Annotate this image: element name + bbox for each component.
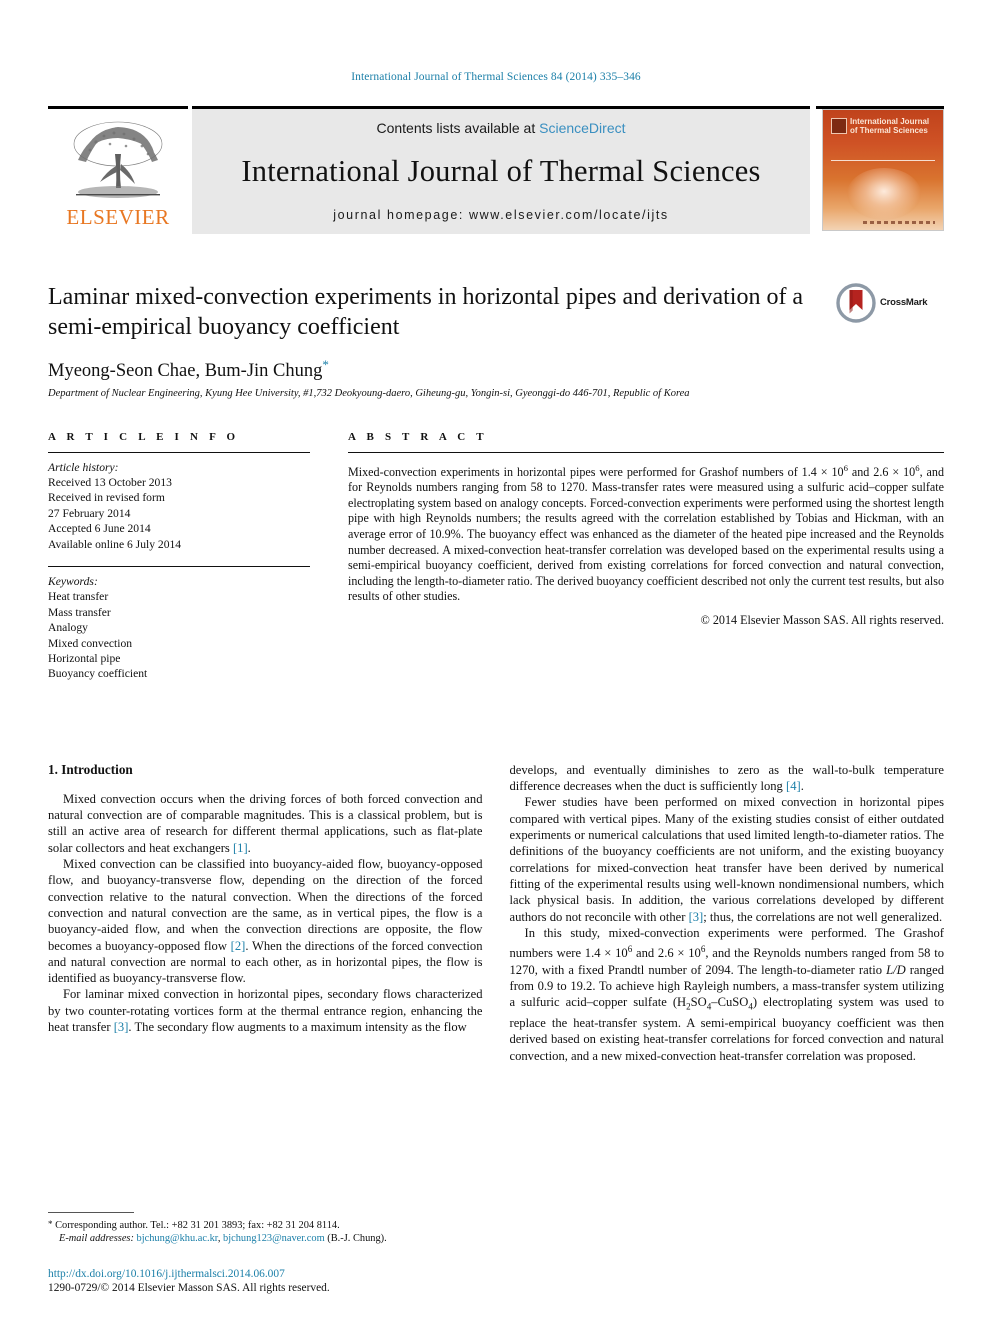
paragraph-text-tail: . — [800, 779, 804, 794]
cover-title-text: International Journal of Thermal Science… — [850, 116, 930, 136]
paragraph-text: develops, and eventually diminishes to z… — [509, 762, 945, 794]
email-suffix: (B.-J. Chung). — [324, 1232, 387, 1244]
paragraph-text-tail: ; thus, the correlations are not well ge… — [703, 909, 943, 924]
affiliation: Department of Nuclear Engineering, Kyung… — [48, 388, 690, 399]
email-link-1[interactable]: bjchung@khu.ac.kr — [137, 1233, 218, 1244]
journal-article-page: International Journal of Thermal Science… — [0, 0, 992, 1323]
elsevier-tree-icon — [73, 121, 163, 198]
article-info-column: A R T I C L E I N F O Article history: R… — [48, 431, 310, 682]
history-item: Available online 6 July 2014 — [48, 537, 182, 551]
footnote-email-line: E-mail addresses: bjchung@khu.ac.kr, bjc… — [48, 1232, 486, 1245]
paragraph: In this study, mixed-convection experime… — [510, 925, 945, 1064]
contents-prefix: Contents lists available at — [376, 119, 540, 136]
doi-link[interactable]: http://dx.doi.org/10.1016/j.ijthermalsci… — [48, 1267, 648, 1281]
history-item: Received 13 October 2013 — [48, 476, 172, 489]
cover-logo-square — [831, 117, 847, 134]
abstract-text: Mixed-convection experiments in horizont… — [348, 453, 944, 605]
journal-cover-thumbnail: International Journal of Thermal Science… — [822, 108, 944, 231]
abstract-copyright: © 2014 Elsevier Masson SAS. All rights r… — [700, 612, 944, 627]
keyword-item: Mixed convection — [48, 636, 133, 650]
section-heading-introduction: 1. Introduction — [48, 761, 133, 777]
keyword-item: Mass transfer — [48, 605, 111, 619]
history-item: 27 February 2014 — [48, 506, 131, 520]
corresponding-author-footnote: * Corresponding author. Tel.: +82 31 201… — [48, 1211, 486, 1245]
journal-cover-block: International Journal of Thermal Science… — [816, 105, 944, 234]
citation-ref[interactable]: [3] — [689, 910, 704, 924]
paragraph: Fewer studies have been performed on mix… — [510, 794, 945, 924]
citation-ref[interactable]: [4] — [786, 779, 801, 793]
issn-copyright: 1290-0729/© 2014 Elsevier Masson SAS. Al… — [48, 1282, 330, 1294]
contents-available-line: Contents lists available at ScienceDirec… — [376, 120, 625, 136]
keywords-label: Keywords: — [48, 575, 98, 589]
crossmark-badge[interactable]: CrossMark — [836, 282, 944, 324]
crossmark-icon — [836, 282, 876, 323]
paragraph-text: and 2.6 × 10 — [632, 946, 701, 961]
column-gap — [310, 431, 348, 682]
footnote-rule — [48, 1211, 134, 1213]
email-label: E-mail addresses: — [59, 1232, 134, 1244]
paragraph-text: SO — [690, 995, 707, 1010]
cover-divider — [831, 159, 935, 161]
article-info-heading: A R T I C L E I N F O — [48, 430, 240, 443]
running-head: International Journal of Thermal Science… — [351, 71, 641, 83]
author-names: Myeong-Seon Chae, Bum-Jin Chung — [48, 360, 323, 381]
info-abstract-row: A R T I C L E I N F O Article history: R… — [48, 431, 944, 682]
journal-masthead: ELSEVIER Contents lists available at Sci… — [48, 105, 944, 234]
body-column-left: 1. Introduction Mixed convection occurs … — [48, 762, 483, 1064]
journal-title: International Journal of Thermal Science… — [241, 154, 761, 189]
keyword-item: Heat transfer — [48, 590, 109, 604]
sciencedirect-link[interactable]: ScienceDirect — [539, 120, 625, 136]
paragraph-text: –CuSO — [711, 995, 749, 1010]
keyword-item: Horizontal pipe — [48, 652, 121, 666]
author-list: Myeong-Seon Chae, Bum-Jin Chung* — [48, 356, 944, 382]
abstract-column: A B S T R A C T Mixed-convection experim… — [348, 431, 944, 682]
keywords-block: Keywords: Heat transfer Mass transfer An… — [48, 567, 310, 682]
keyword-item: Analogy — [48, 621, 88, 635]
footnote-contact-text: Corresponding author. Tel.: +82 31 201 3… — [52, 1219, 340, 1231]
paragraph-continued: develops, and eventually diminishes to z… — [510, 762, 945, 795]
page-footer: http://dx.doi.org/10.1016/j.ijthermalsci… — [48, 1267, 648, 1295]
citation-ref[interactable]: [3] — [114, 1020, 129, 1034]
abstract-part-2: and 2.6 × 10 — [847, 464, 916, 479]
footnote-contact-line: * Corresponding author. Tel.: +82 31 201… — [48, 1218, 486, 1232]
article-history-block: Article history: Received 13 October 201… — [48, 453, 310, 552]
body-columns: 1. Introduction Mixed convection occurs … — [48, 762, 944, 1064]
history-item: Accepted 6 June 2014 — [48, 522, 151, 536]
cover-footer-strip — [863, 220, 935, 224]
paragraph-text: Mixed convection occurs when the driving… — [48, 791, 483, 855]
title-block: Laminar mixed-convection experiments in … — [48, 282, 944, 401]
journal-homepage-line[interactable]: journal homepage: www.elsevier.com/locat… — [333, 208, 669, 222]
abstract-part-1: Mixed-convection experiments in horizont… — [348, 464, 844, 479]
body-column-right: develops, and eventually diminishes to z… — [510, 762, 945, 1064]
elsevier-logo: ELSEVIER — [48, 105, 188, 234]
paragraph-text-tail: . — [247, 840, 251, 855]
page-title: Laminar mixed-convection experiments in … — [48, 283, 804, 340]
ld-ratio-symbol: L/D — [886, 962, 906, 977]
citation-ref[interactable]: [1] — [233, 841, 248, 855]
paragraph: Mixed convection can be classified into … — [48, 856, 483, 986]
paragraph: Mixed convection occurs when the driving… — [48, 791, 483, 856]
abstract-part-3: , and for Reynolds numbers ranging from … — [348, 464, 944, 604]
paragraph-text: Fewer studies have been performed on mix… — [509, 795, 945, 924]
email-link-2[interactable]: bjchung123@naver.com — [223, 1233, 325, 1244]
elsevier-wordmark: ELSEVIER — [66, 204, 170, 229]
journal-banner: Contents lists available at ScienceDirec… — [192, 105, 810, 234]
paragraph-text-tail: . The secondary flow augments to a maxim… — [128, 1020, 467, 1035]
history-item: Received in revised form — [48, 491, 165, 505]
paragraph: For laminar mixed convection in horizont… — [48, 986, 483, 1035]
crossmark-label: CrossMark — [880, 297, 928, 308]
cover-burst-graphic — [847, 167, 921, 220]
abstract-heading: A B S T R A C T — [348, 430, 488, 443]
article-history-label: Article history: — [48, 460, 119, 474]
citation-ref[interactable]: [2] — [231, 939, 246, 953]
keyword-item: Buoyancy coefficient — [48, 667, 148, 681]
corresponding-author-marker: * — [322, 356, 329, 372]
